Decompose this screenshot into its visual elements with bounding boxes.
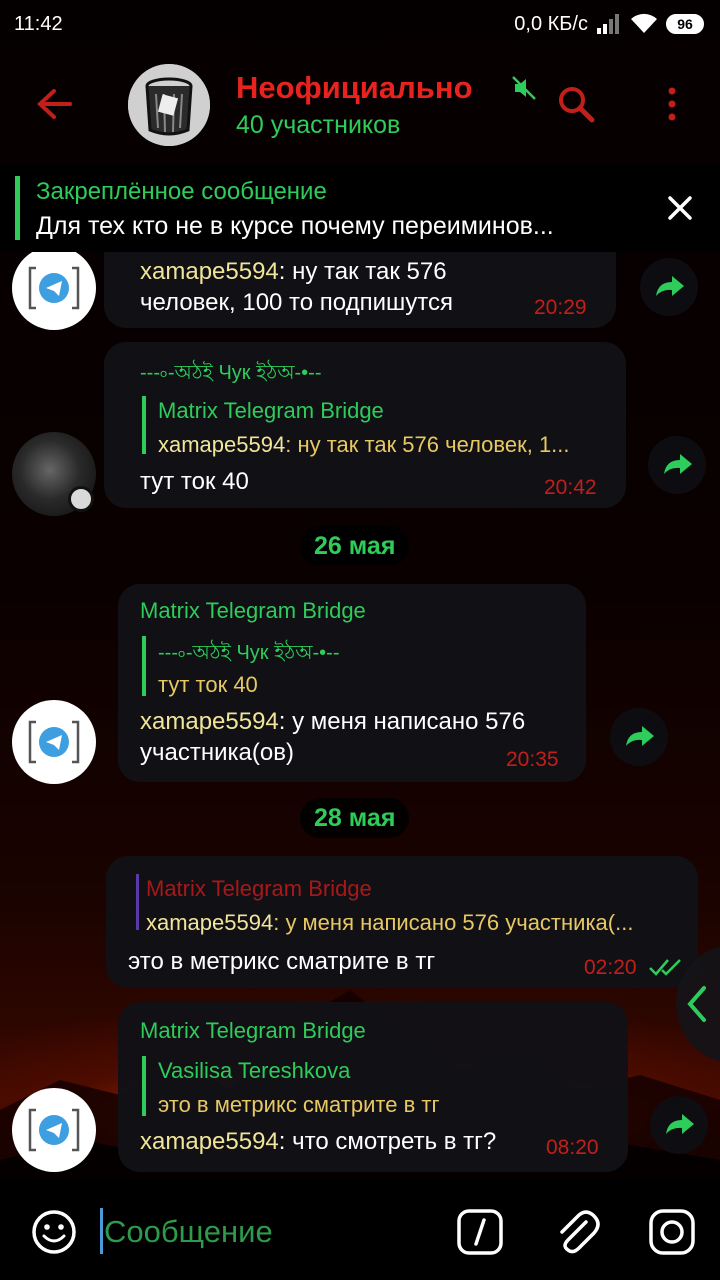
message-sender[interactable]: Matrix Telegram Bridge [140,598,366,624]
own-message-bubble[interactable]: Matrix Telegram Bridge xamape5594: у мен… [106,856,698,988]
date-separator: 26 мая [300,526,410,566]
reply-sender: Vasilisa Tereshkova [158,1058,351,1083]
message-text: это в метрикс сматрите в тг [128,948,436,975]
reply-sender: Matrix Telegram Bridge [158,398,384,423]
message-bubble[interactable]: Matrix Telegram Bridge ---৹-অঠই Чук ইঠঅ-… [118,584,586,782]
message-nick[interactable]: xamape5594 [140,258,279,285]
search-icon[interactable] [556,84,596,124]
message-time: 20:29 [534,296,587,319]
forward-button[interactable] [648,436,706,494]
forward-arrow-icon [656,276,684,296]
pinned-title: Закреплённое сообщение [36,178,327,205]
wifi-icon [631,13,657,33]
telegram-bridge-icon [28,720,80,764]
message-list[interactable]: xamape5594: ну так так 576 человек, 100 … [0,252,720,1180]
battery-indicator: 96 [666,14,704,34]
message-time: 02:20 [584,956,637,979]
status-time: 11:42 [14,12,63,35]
message-input-bar [0,1180,720,1280]
forward-button[interactable] [610,708,668,766]
reply-sender: Matrix Telegram Bridge [146,876,372,901]
camera-icon[interactable] [648,1208,696,1256]
reply-preview[interactable]: xamape5594: у меня написано 576 участник… [146,910,682,936]
message-bubble[interactable]: xamape5594: ну так так 576 человек, 100 … [104,252,616,328]
reply-preview[interactable]: тут ток 40 [158,672,558,698]
paperclip-icon[interactable] [552,1206,600,1256]
message-text: xamape5594: что смотреть в тг? [140,1128,497,1155]
signal-icon [597,14,619,34]
more-options-icon[interactable] [660,86,684,122]
message-time: 20:35 [506,748,559,771]
message-nick[interactable]: xamape5594 [140,708,279,735]
member-count: 40 участников [236,111,401,139]
message-sender[interactable]: Matrix Telegram Bridge [140,1018,366,1044]
reply-accent-bar [136,874,139,930]
message-time: 08:20 [546,1136,599,1159]
reply-preview[interactable]: это в метрикс сматрите в тг [158,1092,608,1118]
pinned-text: Для тех кто не в курсе почему переиминов… [36,212,554,240]
back-arrow-icon[interactable] [34,84,74,124]
message-sender[interactable]: ---৹-অঠই Чук ইঠঅ-•-- [140,358,322,391]
muted-speaker-icon [512,76,536,100]
reply-accent-bar [142,636,146,696]
pinned-message-bar[interactable]: Закреплённое сообщение Для тех кто не в … [0,164,720,252]
forward-arrow-icon [664,454,692,474]
bot-command-icon[interactable] [456,1208,504,1256]
text-caret [100,1208,103,1254]
message-nick[interactable]: xamape5594 [140,1128,279,1155]
status-bar: 11:42 0,0 КБ/с 96 [0,0,720,48]
forward-button[interactable] [650,1096,708,1154]
chat-title[interactable]: Неофициально [236,70,496,106]
emoji-icon[interactable] [30,1208,78,1256]
telegram-bridge-icon [28,266,80,310]
pinned-accent-bar [15,176,20,240]
chat-header: Неофициально 40 участников [0,48,720,160]
reply-accent-bar [142,1056,146,1116]
network-speed: 0,0 КБ/с [514,12,588,35]
message-input[interactable] [104,1208,434,1256]
forward-arrow-icon [666,1114,694,1134]
close-icon[interactable] [664,192,696,224]
reply-preview[interactable]: xamape5594: ну так так 576 человек, 1... [158,432,606,458]
reply-accent-bar [142,396,146,454]
glass-jar-icon [128,64,210,146]
side-panel-handle[interactable] [676,944,720,1064]
message-bubble[interactable]: Matrix Telegram Bridge Vasilisa Tereshko… [118,1002,628,1172]
message-bubble[interactable]: ---৹-অঠই Чук ইঠঅ-•-- Matrix Telegram Bri… [104,342,626,508]
avatar[interactable] [12,1088,96,1172]
date-separator: 28 мая [300,798,410,838]
avatar[interactable] [12,252,96,330]
chevron-left-icon [687,986,706,1022]
message-text: xamape5594: ну так так 576 человек, 100 … [140,258,453,316]
reply-sender: ---৹-অঠই Чук ইঠঅ-•-- [158,642,340,664]
online-indicator [68,486,94,512]
group-avatar[interactable] [128,64,210,146]
message-text: xamape5594: у меня написано 576 участник… [140,708,526,766]
forward-button[interactable] [640,258,698,316]
message-text: тут ток 40 [140,468,249,495]
message-time: 20:42 [544,476,597,499]
telegram-bridge-icon [28,1108,80,1152]
avatar[interactable] [12,700,96,784]
forward-arrow-icon [626,726,654,746]
